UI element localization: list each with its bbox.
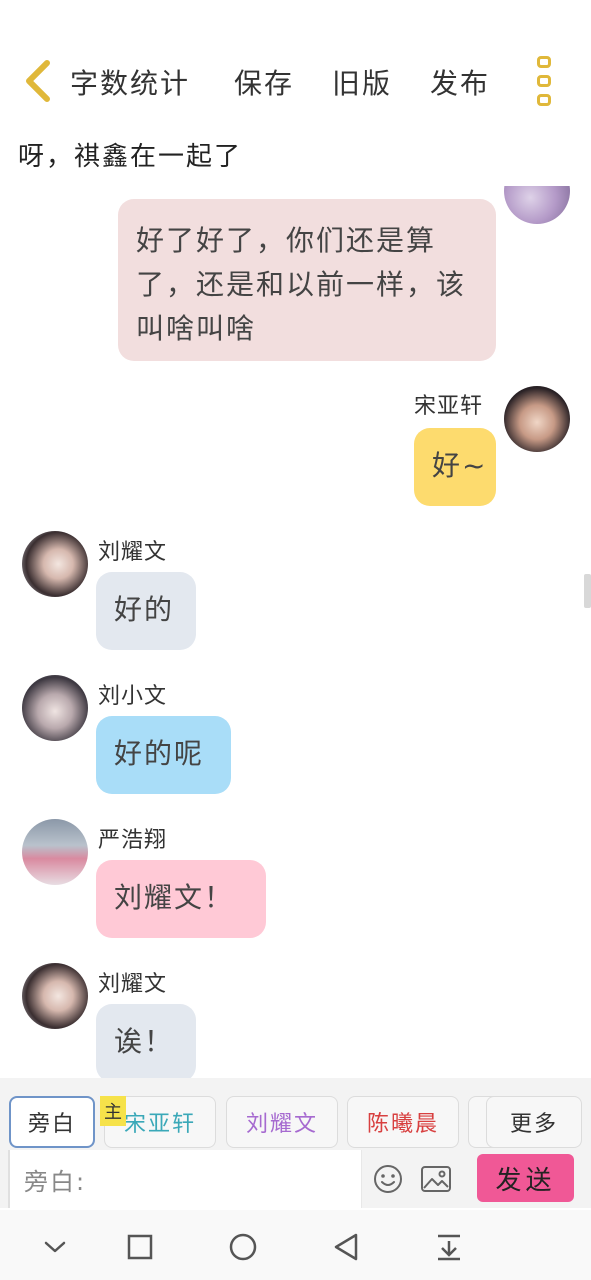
scrollbar[interactable] xyxy=(584,574,591,608)
role-label: 陈曦晨 xyxy=(366,1112,439,1137)
more-options-icon[interactable] xyxy=(530,56,558,106)
role-button[interactable]: 陈曦晨 xyxy=(347,1096,459,1148)
role-selector-bar: 旁白 宋亚轩 刘耀文 陈曦晨 更多 xyxy=(0,1078,591,1152)
sender-name: 刘耀文 xyxy=(98,540,168,565)
send-button[interactable]: 发送 xyxy=(477,1154,574,1202)
message-bubble[interactable]: 好的呢 xyxy=(96,716,231,794)
more-roles-button[interactable]: 更多 xyxy=(486,1096,582,1148)
top-toolbar: 字数统计 保存 旧版 发布 呀，祺鑫在一起了 xyxy=(0,0,591,172)
input-row: 旁白: 发送 xyxy=(0,1150,591,1208)
role-label: 宋亚轩 xyxy=(123,1112,196,1137)
avatar[interactable] xyxy=(22,531,88,597)
avatar[interactable] xyxy=(504,186,570,224)
sender-name: 严浩翔 xyxy=(98,828,168,853)
notification-pulldown-icon[interactable] xyxy=(432,1230,466,1264)
input-placeholder: 旁白: xyxy=(24,1167,87,1196)
old-version-button[interactable]: 旧版 xyxy=(332,62,392,102)
publish-button[interactable]: 发布 xyxy=(430,62,490,102)
message-bubble[interactable]: 刘耀文！ xyxy=(96,860,266,938)
message-bubble[interactable]: 好~ xyxy=(414,428,496,506)
message-bubble[interactable]: 诶！ xyxy=(96,1004,196,1078)
save-button[interactable]: 保存 xyxy=(234,62,294,102)
avatar[interactable] xyxy=(22,819,88,885)
avatar[interactable] xyxy=(22,963,88,1029)
main-role-tag: 主 xyxy=(100,1096,126,1126)
sender-name: 刘耀文 xyxy=(98,972,168,997)
back-icon[interactable] xyxy=(18,58,58,104)
role-label: 刘耀文 xyxy=(245,1112,318,1137)
story-title: 呀，祺鑫在一起了 xyxy=(18,142,243,172)
emoji-icon[interactable] xyxy=(371,1162,405,1196)
message-bubble[interactable]: 好的 xyxy=(96,572,196,650)
role-narrator-button[interactable]: 旁白 xyxy=(9,1096,95,1148)
role-button[interactable]: 刘耀文 xyxy=(226,1096,338,1148)
home-circle-icon[interactable] xyxy=(226,1230,260,1264)
back-triangle-icon[interactable] xyxy=(329,1230,363,1264)
chevron-down-icon[interactable] xyxy=(38,1230,72,1264)
system-nav-bar xyxy=(0,1210,591,1280)
avatar[interactable] xyxy=(22,675,88,741)
recents-square-icon[interactable] xyxy=(123,1230,157,1264)
word-count-button[interactable]: 字数统计 xyxy=(70,62,190,102)
message-bubble[interactable]: 好了好了，你们还是算了，还是和以前一样，该叫啥叫啥 xyxy=(118,199,496,361)
sender-name: 宋亚轩 xyxy=(414,394,484,419)
message-input[interactable]: 旁白: xyxy=(8,1150,362,1208)
image-icon[interactable] xyxy=(419,1162,453,1196)
sender-name: 刘小文 xyxy=(98,684,168,709)
chat-area[interactable]: 好了好了，你们还是算了，还是和以前一样，该叫啥叫啥 宋亚轩 好~ 刘耀文 好的 … xyxy=(0,186,591,1078)
avatar[interactable] xyxy=(504,386,570,452)
